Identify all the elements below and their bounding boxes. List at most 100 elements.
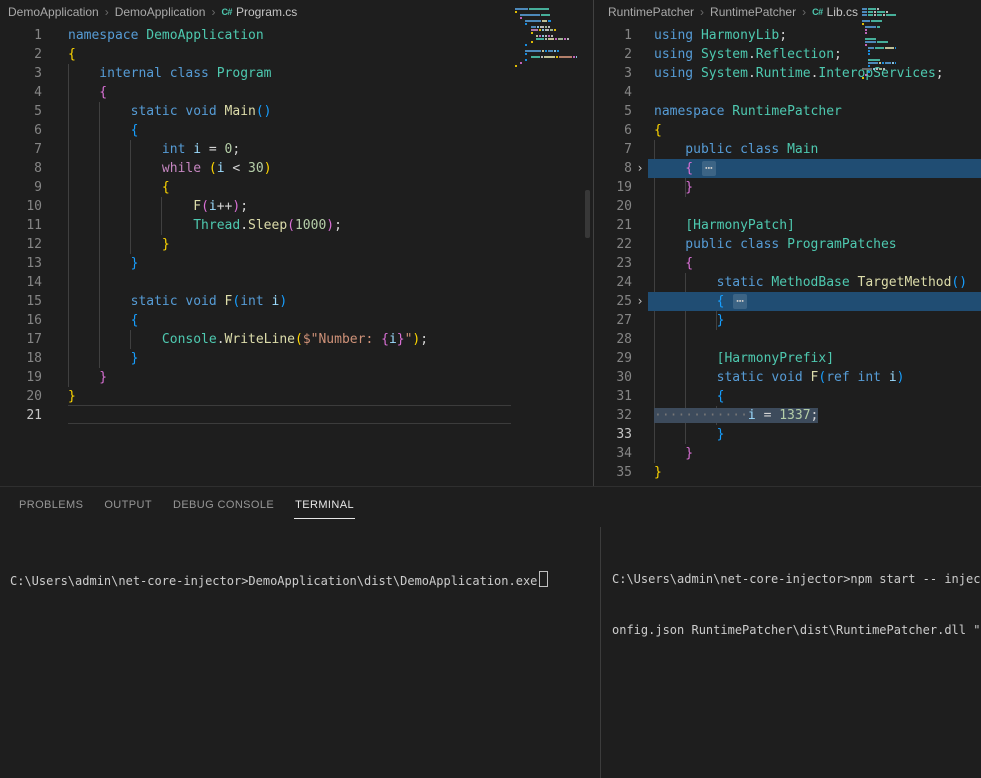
line-number[interactable]: 22	[594, 235, 632, 254]
code-area[interactable]: 1 namespace DemoApplication 2{3 internal c…	[0, 26, 593, 425]
code-line[interactable]: }	[648, 178, 981, 197]
line-number[interactable]: 3	[0, 64, 42, 83]
tab-debug-console[interactable]: DEBUG CONSOLE	[172, 490, 275, 518]
line-number[interactable]: 5	[594, 102, 632, 121]
line-number[interactable]: 2	[594, 45, 632, 64]
fold-ellipsis[interactable]: ⋯	[733, 294, 748, 309]
breadcrumb-item[interactable]: Program.cs	[236, 5, 297, 19]
line-number[interactable]: 28	[594, 330, 632, 349]
terminal-right[interactable]: C:\Users\admin\net-core-injector>npm sta…	[602, 521, 981, 778]
line-number[interactable]: 11	[0, 216, 42, 235]
line-number[interactable]: 33	[594, 425, 632, 444]
code-line[interactable]	[648, 330, 981, 349]
minimap[interactable]	[515, 8, 577, 71]
terminal-left[interactable]: C:\Users\admin\net-core-injector>DemoApp…	[0, 521, 600, 778]
code-line[interactable]: { ⋯	[648, 292, 981, 311]
line-number[interactable]: 31	[594, 387, 632, 406]
code-line[interactable]: static void F(ref int i)	[648, 368, 981, 387]
line-number[interactable]: 7	[594, 140, 632, 159]
code-line[interactable]: [HarmonyPrefix]	[648, 349, 981, 368]
terminal-splitter[interactable]	[600, 527, 601, 778]
code-line[interactable]: }	[68, 235, 593, 254]
line-number[interactable]: 18	[0, 349, 42, 368]
code-line[interactable]: }	[68, 368, 593, 387]
line-number[interactable]: 20	[594, 197, 632, 216]
line-number[interactable]: 13	[0, 254, 42, 273]
code-line[interactable]: Console.WriteLine($"Number: {i}");	[68, 330, 593, 349]
code-line[interactable]: {	[68, 83, 593, 102]
code-line[interactable]: { ⋯	[648, 159, 981, 178]
line-number[interactable]: 16	[0, 311, 42, 330]
code-line[interactable]: ············i = 1337;	[648, 406, 981, 425]
fold-chevron-icon[interactable]: ›	[632, 159, 648, 178]
code-line[interactable]: using System.Runtime.InteropServices;	[648, 64, 981, 83]
tab-terminal[interactable]: TERMINAL	[294, 490, 355, 519]
tab-output[interactable]: OUTPUT	[103, 490, 153, 518]
line-number[interactable]: 1	[0, 26, 42, 45]
line-number[interactable]: 20	[0, 387, 42, 406]
code-line[interactable]: }	[648, 425, 981, 444]
line-number[interactable]: 25	[594, 292, 632, 311]
code-line[interactable]: {	[648, 387, 981, 406]
line-number[interactable]: 2	[0, 45, 42, 64]
line-number[interactable]: 17	[0, 330, 42, 349]
fold-chevron-icon[interactable]: ›	[632, 292, 648, 311]
line-number[interactable]: 14	[0, 273, 42, 292]
line-number[interactable]: 10	[0, 197, 42, 216]
line-number[interactable]: 4	[0, 83, 42, 102]
code-line[interactable]: using HarmonyLib;	[648, 26, 981, 45]
code-line[interactable]: public class ProgramPatches	[648, 235, 981, 254]
breadcrumb-item[interactable]: RuntimePatcher	[710, 5, 796, 19]
code-line[interactable]: public class Main	[648, 140, 981, 159]
code-line[interactable]: {	[648, 121, 981, 140]
code-line[interactable]: }	[648, 463, 981, 482]
code-area[interactable]: 1 using HarmonyLib; 2 using System.Reflecti…	[594, 26, 981, 482]
code-line[interactable]: }	[648, 311, 981, 330]
code-line[interactable]	[648, 197, 981, 216]
line-number[interactable]: 24	[594, 273, 632, 292]
code-line[interactable]: [HarmonyPatch]	[648, 216, 981, 235]
line-number[interactable]: 8	[594, 159, 632, 178]
line-number[interactable]: 4	[594, 83, 632, 102]
tab-problems[interactable]: PROBLEMS	[18, 490, 84, 518]
code-line[interactable]: {	[68, 311, 593, 330]
line-number[interactable]: 27	[594, 311, 632, 330]
line-number[interactable]: 5	[0, 102, 42, 121]
code-line[interactable]: using System.Reflection;	[648, 45, 981, 64]
breadcrumb-item[interactable]: Lib.cs	[827, 5, 858, 19]
code-line[interactable]	[68, 273, 593, 292]
line-number[interactable]: 6	[0, 121, 42, 140]
line-number[interactable]: 35	[594, 463, 632, 482]
line-number[interactable]: 19	[594, 178, 632, 197]
code-line[interactable]: namespace RuntimePatcher	[648, 102, 981, 121]
fold-ellipsis[interactable]: ⋯	[701, 161, 716, 176]
code-line[interactable]: }	[68, 254, 593, 273]
line-number[interactable]: 3	[594, 64, 632, 83]
code-line[interactable]: {	[648, 254, 981, 273]
line-number[interactable]: 12	[0, 235, 42, 254]
code-line[interactable]: static void F(int i)	[68, 292, 593, 311]
line-number[interactable]: 29	[594, 349, 632, 368]
code-line[interactable]: while (i < 30)	[68, 159, 593, 178]
code-line[interactable]: {	[68, 178, 593, 197]
line-number[interactable]: 32	[594, 406, 632, 425]
line-number[interactable]: 7	[0, 140, 42, 159]
line-number[interactable]: 21	[594, 216, 632, 235]
line-number[interactable]: 1	[594, 26, 632, 45]
scrollbar-thumb[interactable]	[585, 190, 590, 238]
line-number[interactable]: 19	[0, 368, 42, 387]
code-line[interactable]: static MethodBase TargetMethod()	[648, 273, 981, 292]
line-number[interactable]: 23	[594, 254, 632, 273]
code-line[interactable]	[648, 83, 981, 102]
line-number[interactable]: 15	[0, 292, 42, 311]
code-line[interactable]: static void Main()	[68, 102, 593, 121]
code-line[interactable]: {	[68, 121, 593, 140]
line-number[interactable]: 21	[0, 406, 42, 425]
editor-splitter[interactable]	[593, 0, 594, 486]
code-line[interactable]: }	[68, 387, 593, 406]
code-line[interactable]: }	[68, 349, 593, 368]
code-line[interactable]: int i = 0;	[68, 140, 593, 159]
breadcrumb-item[interactable]: DemoApplication	[115, 5, 206, 19]
breadcrumb-item[interactable]: RuntimePatcher	[608, 5, 694, 19]
code-line[interactable]: Thread.Sleep(1000);	[68, 216, 593, 235]
